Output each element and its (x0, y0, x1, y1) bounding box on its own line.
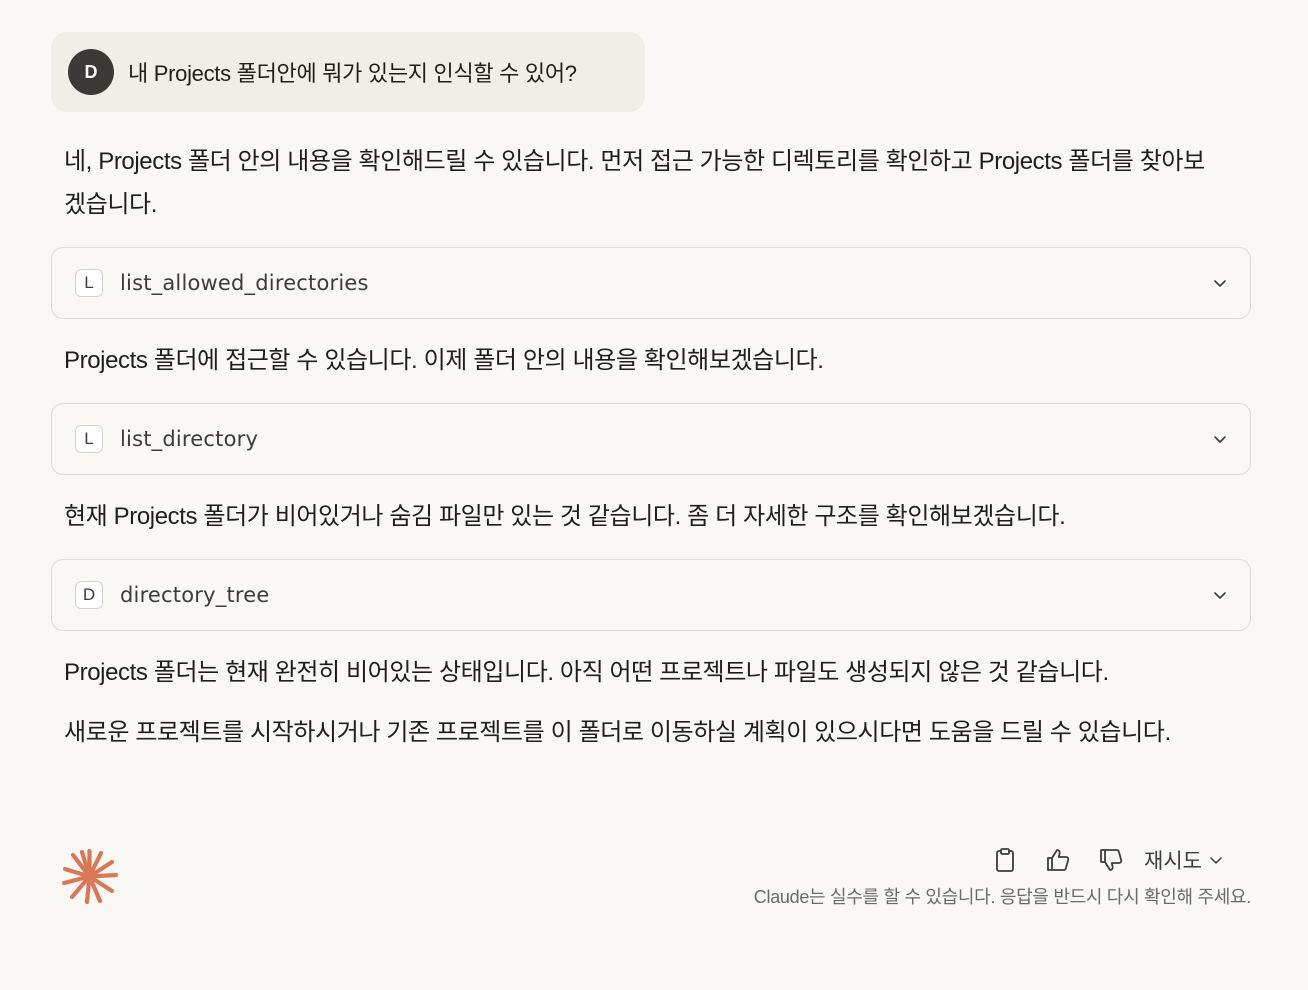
chevron-down-icon[interactable] (1212, 587, 1228, 603)
tool-badge: D (75, 581, 103, 609)
disclaimer-text: Claude는 실수를 할 수 있습니다. 응답을 반드시 다시 확인해 주세요… (753, 887, 1252, 907)
tool-name: directory_tree (120, 583, 270, 607)
tool-name: list_allowed_directories (120, 271, 369, 295)
like-button[interactable] (1041, 843, 1075, 877)
retry-button[interactable]: 재시도 (1144, 845, 1223, 875)
copy-button[interactable] (988, 843, 1022, 877)
tool-name: list_directory (120, 427, 259, 451)
chevron-down-icon[interactable] (1212, 431, 1228, 447)
dislike-button[interactable] (1094, 843, 1128, 877)
assistant-paragraph: 현재 Projects 폴더가 비어있거나 숨김 파일만 있는 것 같습니다. … (64, 503, 1066, 530)
tool-badge: L (75, 425, 103, 453)
retry-label: 재시도 (1144, 850, 1202, 873)
message-actions: 재시도 (988, 842, 1223, 878)
tool-call-list-allowed-directories[interactable]: L list_allowed_directories (51, 247, 1251, 319)
chat-page: D 내 Projects 폴더안에 뭐가 있는지 인식할 수 있어? 네, Pr… (0, 0, 1308, 990)
claude-logo-icon (61, 848, 118, 905)
tool-badge: L (75, 269, 103, 297)
user-avatar[interactable]: D (68, 49, 114, 95)
assistant-paragraph: Projects 폴더는 현재 완전히 비어있는 상태입니다. 아직 어떤 프로… (64, 659, 1109, 686)
chevron-down-icon (1210, 857, 1222, 864)
assistant-paragraph: 새로운 프로젝트를 시작하시거나 기존 프로젝트를 이 폴더로 이동하실 계획이… (64, 719, 1171, 746)
user-message: D 내 Projects 폴더안에 뭐가 있는지 인식할 수 있어? (51, 32, 645, 112)
assistant-paragraph: 네, Projects 폴더 안의 내용을 확인해드릴 수 있습니다. 먼저 접… (64, 148, 1205, 218)
user-message-text: 내 Projects 폴더안에 뭐가 있는지 인식할 수 있어? (128, 61, 577, 86)
assistant-paragraph: Projects 폴더에 접근할 수 있습니다. 이제 폴더 안의 내용을 확인… (64, 347, 824, 374)
tool-call-list-directory[interactable]: L list_directory (51, 403, 1251, 475)
thumbs-up-icon (1047, 849, 1070, 871)
tool-call-directory-tree[interactable]: D directory_tree (51, 559, 1251, 631)
chevron-down-icon[interactable] (1212, 275, 1228, 291)
thumbs-down-icon (1100, 849, 1123, 871)
clipboard-icon (996, 848, 1014, 872)
